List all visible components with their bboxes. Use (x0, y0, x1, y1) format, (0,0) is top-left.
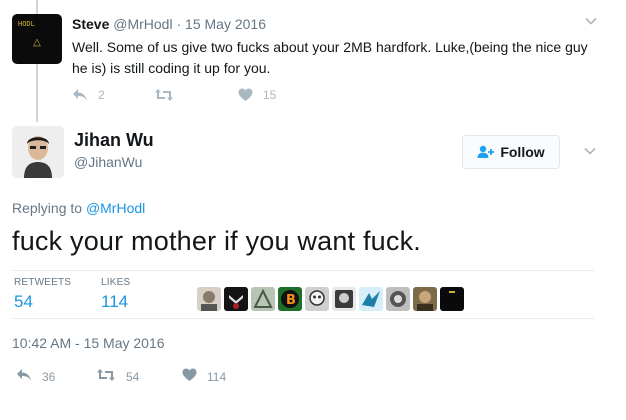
main-like-count: 114 (207, 369, 227, 384)
main-tweet-text: fuck your mother if you want fuck. (12, 226, 421, 256)
follow-button[interactable]: Follow (462, 135, 560, 169)
liker-avatar-10[interactable] (440, 287, 464, 311)
svg-text:B: B (286, 293, 296, 308)
parent-reply-button[interactable]: 2 (72, 88, 154, 102)
main-reply-button[interactable]: 36 (16, 368, 96, 385)
main-author-handle[interactable]: @JihanWu (74, 154, 142, 170)
parent-retweet-button[interactable] (154, 88, 238, 102)
liker-avatar-8[interactable] (386, 287, 410, 311)
parent-like-button[interactable]: 15 (238, 88, 276, 102)
main-retweet-count: 54 (126, 369, 140, 384)
retweets-label: RETWEETS (14, 277, 72, 288)
main-more-chevron-icon[interactable] (583, 144, 597, 163)
liker-avatar-2[interactable] (224, 287, 248, 311)
heart-icon (238, 88, 253, 102)
replying-to-prefix: Replying to (12, 200, 83, 216)
parent-more-chevron-icon[interactable] (584, 14, 598, 31)
tweet-timestamp[interactable]: 10:42 AM - 15 May 2016 (12, 335, 165, 351)
avatar-text: HODL (18, 20, 35, 28)
liker-avatar-3[interactable] (251, 287, 275, 311)
liker-avatar-4[interactable]: B (278, 287, 302, 311)
main-author-avatar[interactable] (12, 126, 64, 178)
liker-avatar-1[interactable] (197, 287, 221, 311)
heart-icon (182, 368, 197, 385)
likes-count[interactable]: 114 (101, 292, 128, 312)
main-reply-count: 36 (42, 369, 56, 384)
parent-action-bar: 2 15 (72, 88, 276, 102)
replying-to: Replying to @MrHodl (12, 200, 145, 216)
liker-avatar-6[interactable] (332, 287, 356, 311)
likes-label: LIKES (101, 277, 131, 288)
retweet-icon (154, 88, 174, 102)
parent-like-count: 15 (263, 88, 277, 102)
liker-avatar-5[interactable] (305, 287, 329, 311)
parent-date-separator: · (176, 16, 186, 32)
main-retweet-button[interactable]: 54 (96, 368, 182, 385)
retweets-count[interactable]: 54 (14, 292, 33, 312)
reply-icon (16, 368, 32, 385)
divider-bottom (12, 318, 594, 319)
liker-avatar-9[interactable] (413, 287, 437, 311)
liker-avatar-7[interactable] (359, 287, 383, 311)
divider-top (12, 270, 594, 271)
parent-reply-count: 2 (98, 88, 105, 102)
parent-author-handle[interactable]: @MrHodl (113, 16, 172, 32)
reply-icon (72, 88, 88, 102)
main-action-bar: 36 54 114 (16, 368, 226, 385)
liker-avatars: B (197, 287, 467, 311)
main-author-name[interactable]: Jihan Wu (74, 130, 154, 151)
avatar-glyph: △ (33, 36, 41, 48)
main-like-button[interactable]: 114 (182, 368, 226, 385)
retweet-icon (96, 368, 116, 385)
follow-person-plus-icon (477, 145, 495, 159)
parent-author-name[interactable]: Steve (72, 16, 109, 32)
follow-label: Follow (500, 144, 545, 160)
parent-header: Steve @MrHodl · 15 May 2016 (72, 16, 266, 32)
parent-date[interactable]: 15 May 2016 (185, 16, 266, 32)
parent-tweet-text: Well. Some of us give two fucks about yo… (72, 39, 588, 76)
parent-avatar[interactable]: HODL △ (12, 14, 62, 64)
replying-to-handle-link[interactable]: @MrHodl (86, 200, 145, 216)
